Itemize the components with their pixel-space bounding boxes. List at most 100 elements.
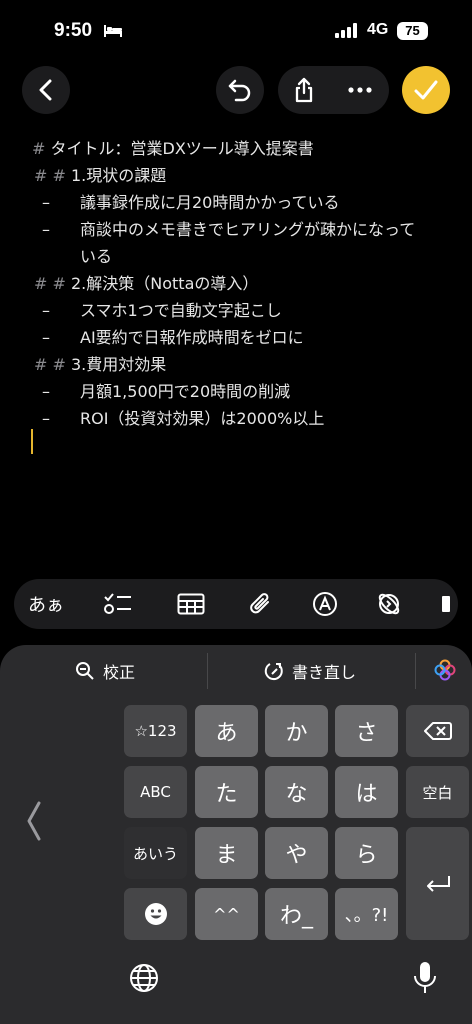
key-numbers[interactable]: ☆123 <box>124 705 187 757</box>
note-text: タイトル：営業DXツール導入提案書 <box>45 139 314 158</box>
more-tools-button[interactable] <box>440 579 458 629</box>
heading-mark: # # <box>34 274 66 293</box>
note-line[interactable]: # # 2.解決策（Nottaの導入） <box>34 270 258 294</box>
key-aiu[interactable]: あいう <box>124 827 187 879</box>
divider <box>415 653 416 689</box>
network-type: 4G <box>367 21 389 38</box>
more-button[interactable] <box>334 66 386 114</box>
pen-tip-icon <box>313 592 337 616</box>
note-text: 商談中のメモ書きでヒアリングが疎かになって <box>80 220 416 239</box>
key-ta[interactable]: た <box>195 766 258 818</box>
note-text: いる <box>80 247 113 266</box>
key-a[interactable]: あ <box>195 705 258 757</box>
keyboard: 校正 書き直し ☆123 あ か さ ABC た な は 空白 あいう ま や … <box>0 645 472 1024</box>
bed-icon <box>103 22 123 42</box>
status-time: 9:50 <box>54 20 93 41</box>
key-ya[interactable]: や <box>265 827 328 879</box>
bullet-dash: – <box>42 409 50 428</box>
note-line[interactable]: – 議事録作成に月20時間かかっている <box>42 189 340 213</box>
note-line[interactable]: # タイトル：営業DXツール導入提案書 <box>32 135 314 159</box>
bullet-dash: – <box>42 301 50 320</box>
writing-tools-button[interactable] <box>372 579 406 629</box>
markup-button[interactable] <box>308 579 342 629</box>
key-wa[interactable]: わ_ <box>265 888 328 940</box>
divider <box>207 653 208 689</box>
checklist-button[interactable] <box>100 579 136 629</box>
undo-icon <box>228 79 251 102</box>
note-line[interactable]: # # 1.現状の課題 <box>34 162 166 186</box>
rewrite-label: 書き直し <box>292 663 357 682</box>
back-button[interactable] <box>22 66 70 114</box>
note-line[interactable]: いる <box>80 243 112 267</box>
share-icon <box>295 77 313 103</box>
apple-intelligence-button[interactable] <box>434 659 456 681</box>
note-line[interactable]: – スマホ1つで自動文字起こし <box>42 297 282 321</box>
ellipsis-icon <box>348 87 372 93</box>
heading-mark: # # <box>34 166 66 185</box>
share-button[interactable] <box>278 66 330 114</box>
note-text: スマホ1つで自動文字起こし <box>80 301 282 320</box>
key-punctuation[interactable]: 、。?! <box>335 888 398 940</box>
note-text: AI要約で日報作成時間をゼロに <box>80 328 304 347</box>
attachment-button[interactable] <box>244 579 278 629</box>
more-tools-icon <box>442 596 450 612</box>
rewrite-button[interactable]: 書き直し <box>264 659 356 683</box>
writing-tools-icon <box>378 593 400 615</box>
checklist-icon <box>104 593 131 614</box>
note-line[interactable]: – 商談中のメモ書きでヒアリングが疎かになって <box>42 216 415 240</box>
done-button[interactable] <box>402 66 450 114</box>
bullet-dash: – <box>42 220 50 239</box>
text-format-button[interactable]: あぁ <box>26 579 66 629</box>
emoji-key[interactable] <box>124 888 187 940</box>
note-line[interactable]: # # 3.費用対効果 <box>34 351 166 375</box>
key-na[interactable]: な <box>265 766 328 818</box>
format-toolbar: あぁ <box>14 579 458 629</box>
note-line[interactable]: – 月額1,500円で20時間の削減 <box>42 378 290 402</box>
bullet-dash: – <box>42 193 50 212</box>
heading-mark: # # <box>34 355 66 374</box>
note-text: 月額1,500円で20時間の削減 <box>80 382 291 401</box>
space-key[interactable]: 空白 <box>406 766 469 818</box>
note-line[interactable]: – AI要約で日報作成時間をゼロに <box>42 324 304 348</box>
battery-indicator: 75 <box>397 22 428 40</box>
key-dakuten[interactable]: ^^ <box>195 888 258 940</box>
table-button[interactable] <box>174 579 208 629</box>
key-ha[interactable]: は <box>335 766 398 818</box>
note-text: 2.解決策（Nottaの導入） <box>65 274 259 293</box>
note-text: ROI（投資対効果）は2000%以上 <box>80 409 325 428</box>
bullet-dash: – <box>42 328 50 347</box>
signal-icon <box>335 23 359 42</box>
emoji-icon <box>144 903 167 925</box>
rewrite-icon <box>264 663 283 681</box>
proofread-button[interactable]: 校正 <box>75 659 135 683</box>
apple-intelligence-icon <box>434 659 456 681</box>
return-key[interactable] <box>406 827 469 940</box>
proofread-label: 校正 <box>103 663 136 682</box>
delete-icon <box>423 722 452 740</box>
action-group <box>278 66 389 114</box>
key-ma[interactable]: ま <box>195 827 258 879</box>
checkmark-icon <box>414 80 438 100</box>
chevron-left-icon <box>39 79 52 101</box>
key-sa[interactable]: さ <box>335 705 398 757</box>
bullet-dash: – <box>42 382 50 401</box>
globe-icon[interactable] <box>128 962 160 998</box>
key-ka[interactable]: か <box>265 705 328 757</box>
proofread-icon <box>76 662 94 680</box>
table-icon <box>177 593 205 615</box>
note-text: 1.現状の課題 <box>65 166 167 185</box>
key-abc[interactable]: ABC <box>124 766 187 818</box>
text-cursor <box>31 429 33 454</box>
key-ra[interactable]: ら <box>335 827 398 879</box>
delete-button[interactable] <box>406 705 469 757</box>
return-icon <box>426 875 450 892</box>
undo-button[interactable] <box>216 66 264 114</box>
note-text: 3.費用対効果 <box>65 355 167 374</box>
heading-mark: # <box>32 139 46 158</box>
note-text: 議事録作成に月20時間かかっている <box>80 193 340 212</box>
paperclip-icon <box>250 593 269 614</box>
note-line[interactable]: – ROI（投資対効果）は2000%以上 <box>42 405 324 429</box>
microphone-icon[interactable] <box>412 960 438 1000</box>
cursor-left-icon[interactable] <box>26 800 42 852</box>
suggestion-bar: 校正 書き直し <box>0 645 472 697</box>
